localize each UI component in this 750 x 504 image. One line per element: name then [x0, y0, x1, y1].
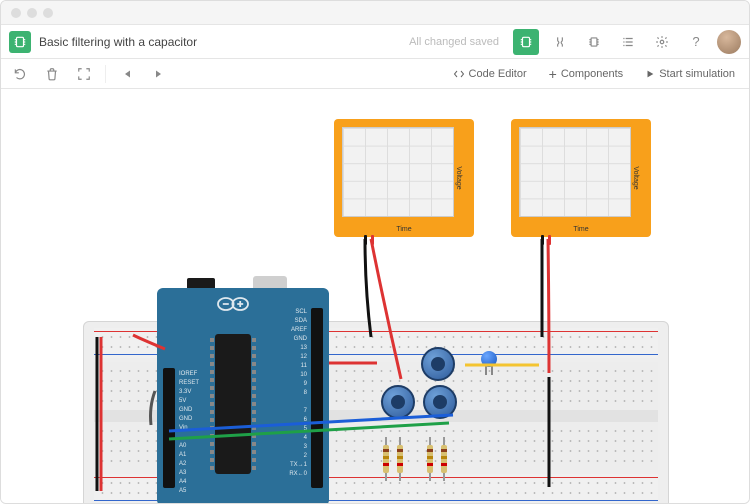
undo-button[interactable] [9, 63, 31, 85]
brand-icon[interactable] [9, 31, 31, 53]
traffic-zoom[interactable] [43, 8, 53, 18]
start-simulation-button[interactable]: Start simulation [639, 62, 741, 86]
scope-screen [342, 127, 454, 217]
arduino-mcu-chip [215, 334, 251, 474]
scope-lead-signal[interactable] [548, 235, 551, 245]
plus-icon: + [549, 67, 557, 81]
arduino-digital-header[interactable] [311, 308, 323, 488]
arduino-power-analog-header[interactable] [163, 368, 175, 488]
tab-schematic-view[interactable] [547, 29, 573, 55]
scope-screen [519, 127, 631, 217]
potentiometer-1[interactable] [421, 347, 455, 381]
components-label: Components [561, 68, 623, 80]
scope-ylabel: Voltage [632, 166, 639, 189]
potentiometer-2[interactable] [381, 385, 415, 419]
save-status: All changed saved [409, 36, 499, 48]
capacitor[interactable] [481, 351, 497, 367]
code-editor-label: Code Editor [469, 68, 527, 80]
oscilloscope-2[interactable]: Voltage Time [511, 119, 651, 237]
resistor-3[interactable] [427, 445, 433, 473]
scope-lead-ground[interactable] [364, 235, 367, 245]
window-titlebar [1, 1, 749, 25]
step-forward-button[interactable] [148, 63, 170, 85]
settings-button[interactable] [649, 29, 675, 55]
components-button[interactable]: + Components [543, 62, 630, 86]
scope-lead-signal[interactable] [371, 235, 374, 245]
toolbar: Code Editor + Components Start simulatio… [1, 59, 749, 89]
scope-ylabel: Voltage [455, 166, 462, 189]
help-button[interactable]: ? [683, 29, 709, 55]
traffic-close[interactable] [11, 8, 21, 18]
simulator-canvas[interactable]: Voltage Time Voltage Time SCL SDA AREF G… [1, 89, 749, 503]
potentiometer-3[interactable] [423, 385, 457, 419]
arduino-digital-pin-labels: SCL SDA AREF GND 13 12 11 10 9 8 7 6 5 4… [289, 308, 307, 479]
resistor-2[interactable] [397, 445, 403, 473]
user-avatar[interactable] [717, 30, 741, 54]
arduino-power-analog-pin-labels: IOREF RESET 3.3V 5V GND GND Vin A0 A1 A2… [179, 370, 199, 496]
document-title[interactable]: Basic filtering with a capacitor [39, 35, 197, 49]
step-back-button[interactable] [116, 63, 138, 85]
scope-xlabel: Time [396, 226, 411, 233]
traffic-minimize[interactable] [27, 8, 37, 18]
delete-button[interactable] [41, 63, 63, 85]
start-simulation-label: Start simulation [659, 68, 735, 80]
resistor-1[interactable] [383, 445, 389, 473]
zoom-fit-button[interactable] [73, 63, 95, 85]
tab-circuit-view[interactable] [513, 29, 539, 55]
arduino-uno[interactable]: SCL SDA AREF GND 13 12 11 10 9 8 7 6 5 4… [157, 288, 329, 503]
header: Basic filtering with a capacitor All cha… [1, 25, 749, 59]
scope-lead-ground[interactable] [541, 235, 544, 245]
tab-list-view[interactable] [615, 29, 641, 55]
tab-pcb-view[interactable] [581, 29, 607, 55]
resistor-4[interactable] [441, 445, 447, 473]
arduino-logo-icon [215, 294, 251, 314]
scope-xlabel: Time [573, 226, 588, 233]
oscilloscope-1[interactable]: Voltage Time [334, 119, 474, 237]
app-window: Basic filtering with a capacitor All cha… [0, 0, 750, 504]
play-icon [645, 69, 655, 79]
code-editor-button[interactable]: Code Editor [447, 62, 533, 86]
toolbar-divider [105, 65, 106, 83]
code-icon [453, 68, 465, 80]
